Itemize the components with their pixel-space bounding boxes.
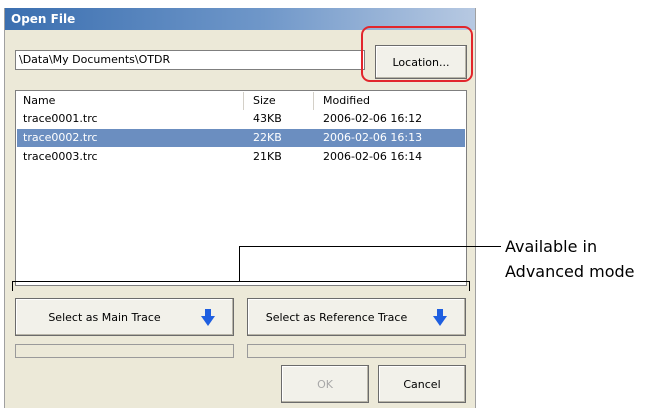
file-size: 22KB <box>253 131 282 144</box>
callout-line-2: Advanced mode <box>505 262 635 281</box>
reference-trace-status-field <box>247 344 466 358</box>
file-name: trace0003.trc <box>23 150 98 163</box>
callout-bracket <box>12 281 13 291</box>
ok-button[interactable]: OK <box>281 365 369 403</box>
cancel-button[interactable]: Cancel <box>378 365 466 403</box>
callout-line-1: Available in <box>505 237 598 256</box>
file-size: 21KB <box>253 150 282 163</box>
select-reference-trace-button[interactable]: Select as Reference Trace <box>247 298 466 336</box>
file-row[interactable]: trace0003.trc 21KB 2006-02-06 16:14 <box>17 148 465 166</box>
select-reference-trace-label: Select as Reference Trace <box>265 310 408 324</box>
callout-leader <box>239 246 501 247</box>
file-list[interactable]: Name Size Modified trace0001.trc 43KB 20… <box>15 90 467 286</box>
callout-leader <box>239 246 240 281</box>
file-modified: 2006-02-06 16:14 <box>323 150 423 163</box>
callout-annotation: Available in Advanced mode <box>505 234 635 284</box>
file-modified: 2006-02-06 16:12 <box>323 112 423 125</box>
file-list-header: Name Size Modified <box>17 92 465 110</box>
column-divider[interactable] <box>243 92 244 110</box>
callout-bracket <box>469 281 470 291</box>
dialog-title: Open File <box>11 12 76 26</box>
down-arrow-icon <box>433 309 447 326</box>
column-divider[interactable] <box>313 92 314 110</box>
down-arrow-icon <box>201 309 215 326</box>
path-field: \Data\My Documents\OTDR <box>15 50 365 70</box>
file-name: trace0001.trc <box>23 112 98 125</box>
main-trace-status-field <box>15 344 234 358</box>
select-main-trace-label: Select as Main Trace <box>48 310 161 324</box>
column-header-modified[interactable]: Modified <box>323 92 370 110</box>
file-size: 43KB <box>253 112 282 125</box>
select-main-trace-button[interactable]: Select as Main Trace <box>15 298 234 336</box>
column-header-size[interactable]: Size <box>253 92 276 110</box>
file-name: trace0002.trc <box>23 131 98 144</box>
file-row[interactable]: trace0001.trc 43KB 2006-02-06 16:12 <box>17 110 465 128</box>
column-header-name[interactable]: Name <box>23 92 55 110</box>
location-highlight-ring <box>361 26 473 82</box>
file-modified: 2006-02-06 16:13 <box>323 131 423 144</box>
file-row-selected[interactable]: trace0002.trc 22KB 2006-02-06 16:13 <box>17 129 465 147</box>
callout-bracket <box>12 281 470 282</box>
